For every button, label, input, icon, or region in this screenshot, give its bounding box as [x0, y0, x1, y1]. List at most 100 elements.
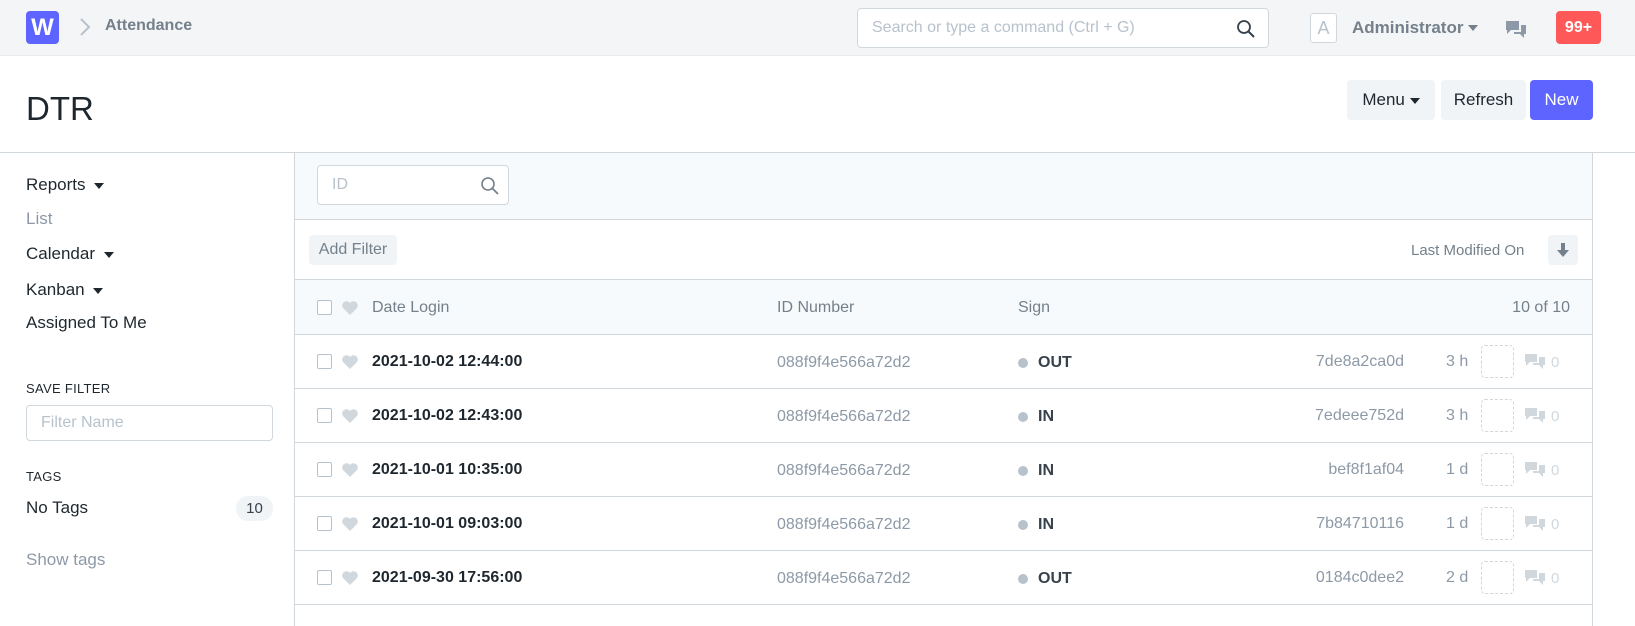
sort-order-button[interactable] — [1548, 235, 1578, 265]
row-sign: IN — [1038, 462, 1054, 479]
app-logo[interactable]: W — [26, 11, 59, 44]
table-row[interactable]: 2021-10-02 12:44:00 088f9f4e566a72d2 OUT 7d… — [295, 335, 1592, 389]
assign-avatar-placeholder[interactable] — [1481, 453, 1514, 486]
add-filter-button[interactable]: Add Filter — [309, 235, 397, 265]
row-date-login[interactable]: 2021-10-01 10:35:00 — [372, 461, 522, 479]
row-name[interactable]: 7edeee752d — [1315, 407, 1404, 425]
sidebar-item-list[interactable]: List — [26, 209, 52, 229]
caret-down-icon — [1409, 97, 1420, 104]
list-header: Date Login ID Number Sign 10 of 10 — [295, 280, 1592, 335]
sidebar-item-kanban[interactable]: Kanban — [26, 280, 104, 300]
heart-icon[interactable] — [341, 462, 359, 478]
select-all-checkbox[interactable] — [317, 300, 332, 315]
assign-avatar-placeholder[interactable] — [1481, 399, 1514, 432]
row-name[interactable]: 7de8a2ca0d — [1316, 353, 1404, 371]
caret-down-icon — [94, 182, 105, 189]
status-indicator — [1018, 358, 1028, 368]
row-modified: 3 h — [1446, 353, 1469, 370]
filter-sort-bar: Add Filter Last Modified On — [295, 220, 1592, 280]
row-sign: OUT — [1038, 570, 1072, 587]
list-view: Add Filter Last Modified On Date Login I… — [294, 153, 1593, 626]
row-date-login[interactable]: 2021-10-01 09:03:00 — [372, 515, 522, 533]
row-modified: 1 d — [1446, 515, 1469, 532]
heart-icon[interactable] — [341, 516, 359, 532]
navbar: W Attendance A Administrator 99+ — [0, 0, 1635, 56]
assign-avatar-placeholder[interactable] — [1481, 507, 1514, 540]
row-checkbox[interactable] — [317, 462, 332, 477]
row-date-login[interactable]: 2021-10-02 12:44:00 — [372, 353, 522, 371]
sidebar-item-no-tags[interactable]: No Tags — [26, 498, 88, 518]
assign-avatar-placeholder[interactable] — [1481, 345, 1514, 378]
row-id-number: 088f9f4e566a72d2 — [777, 408, 911, 425]
menu-button-label: Menu — [1362, 90, 1405, 109]
row-checkbox[interactable] — [317, 408, 332, 423]
row-sign: IN — [1038, 516, 1054, 533]
caret-down-icon — [103, 251, 114, 258]
comment-count: 0 — [1551, 462, 1560, 479]
comment-icon — [1525, 570, 1545, 585]
row-modified: 2 d — [1446, 569, 1469, 586]
row-checkbox[interactable] — [317, 570, 332, 585]
standard-filter-area — [295, 153, 1592, 220]
row-date-login[interactable]: 2021-10-02 12:43:00 — [372, 407, 522, 425]
avatar[interactable]: A — [1310, 13, 1337, 43]
show-tags-link[interactable]: Show tags — [26, 550, 105, 570]
sidebar-item-assigned-to-me[interactable]: Assigned To Me — [26, 313, 147, 333]
table-row[interactable]: 2021-10-01 10:35:00 088f9f4e566a72d2 IN bef… — [295, 443, 1592, 497]
menu-button[interactable]: Menu — [1347, 80, 1435, 120]
column-date-login: Date Login — [372, 299, 450, 316]
comment-count: 0 — [1551, 408, 1560, 425]
list-count: 10 of 10 — [1512, 299, 1570, 316]
column-sign: Sign — [1018, 299, 1051, 316]
chat-icon[interactable] — [1504, 18, 1528, 40]
refresh-button[interactable]: Refresh — [1441, 80, 1526, 120]
save-filter-heading: SAVE FILTER — [26, 381, 111, 396]
heart-icon[interactable] — [341, 408, 359, 424]
status-indicator — [1018, 520, 1028, 530]
breadcrumb-attendance[interactable]: Attendance — [105, 17, 192, 35]
heart-icon[interactable] — [341, 570, 359, 586]
assign-avatar-placeholder[interactable] — [1481, 561, 1514, 594]
table-row[interactable]: 2021-09-30 17:56:00 088f9f4e566a72d2 OUT 01… — [295, 551, 1592, 605]
heart-icon[interactable] — [341, 300, 359, 316]
table-row[interactable]: 2021-10-01 09:03:00 088f9f4e566a72d2 IN 7b8… — [295, 497, 1592, 551]
comment-count: 0 — [1551, 354, 1560, 371]
sort-selector[interactable]: Last Modified On — [1411, 242, 1524, 259]
sidebar-item-reports[interactable]: Reports — [26, 175, 105, 195]
search-input[interactable] — [858, 9, 1218, 47]
tags-heading: TAGS — [26, 469, 62, 484]
row-id-number: 088f9f4e566a72d2 — [777, 462, 911, 479]
row-modified: 1 d — [1446, 461, 1469, 478]
new-button[interactable]: New — [1530, 80, 1593, 120]
sidebar-item-label: Calendar — [26, 244, 95, 263]
status-indicator — [1018, 574, 1028, 584]
notification-badge[interactable]: 99+ — [1556, 11, 1601, 44]
comment-icon — [1525, 516, 1545, 531]
heart-icon[interactable] — [341, 354, 359, 370]
column-id-number: ID Number — [777, 299, 855, 316]
search-icon — [481, 177, 499, 195]
status-indicator — [1018, 412, 1028, 422]
filter-name-field — [26, 405, 273, 441]
chevron-right-icon — [80, 18, 91, 36]
status-indicator — [1018, 466, 1028, 476]
sidebar-item-label: Reports — [26, 175, 86, 194]
search-icon[interactable] — [1236, 19, 1256, 39]
row-checkbox[interactable] — [317, 354, 332, 369]
row-modified: 3 h — [1446, 407, 1469, 424]
filter-name-input[interactable] — [27, 406, 272, 440]
row-checkbox[interactable] — [317, 516, 332, 531]
row-name[interactable]: 0184c0dee2 — [1316, 569, 1404, 587]
caret-down-icon — [93, 287, 104, 294]
page-title: DTR — [26, 90, 94, 127]
row-sign: IN — [1038, 408, 1054, 425]
row-date-login[interactable]: 2021-09-30 17:56:00 — [372, 569, 522, 587]
user-menu[interactable]: Administrator — [1352, 18, 1463, 38]
sidebar-item-calendar[interactable]: Calendar — [26, 244, 114, 264]
row-name[interactable]: 7b84710116 — [1316, 515, 1404, 533]
id-filter-input[interactable] — [318, 166, 468, 204]
tag-count-badge: 10 — [236, 496, 273, 521]
sidebar: Reports List Calendar Kanban Assigned To… — [0, 153, 294, 626]
row-name[interactable]: bef8f1af04 — [1328, 461, 1404, 479]
table-row[interactable]: 2021-10-02 12:43:00 088f9f4e566a72d2 IN 7ed… — [295, 389, 1592, 443]
